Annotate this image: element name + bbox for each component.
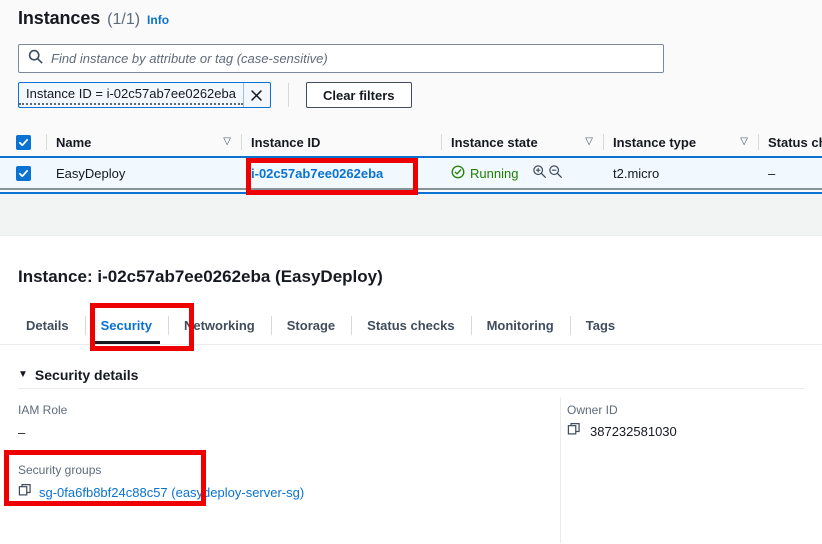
column-header-instance-id[interactable]: Instance ID — [241, 128, 441, 156]
owner-id-value: 387232581030 — [590, 424, 677, 439]
copy-icon[interactable] — [18, 483, 32, 502]
table-row[interactable]: EasyDeploy i-02c57ab7ee0262eba Running t… — [0, 158, 822, 190]
search-icon — [28, 49, 43, 69]
cell-name-value: EasyDeploy — [56, 165, 126, 181]
sort-caret-icon[interactable]: ▽ — [740, 137, 748, 147]
column-header-status-check[interactable]: Status ch — [758, 128, 822, 156]
instance-detail-title: Instance: i-02c57ab7ee0262eba (EasyDeplo… — [18, 267, 383, 286]
zoom-in-icon[interactable] — [532, 164, 547, 182]
tab-security[interactable]: Security — [84, 307, 168, 344]
iam-role-label: IAM Role — [18, 403, 68, 417]
section-divider — [18, 388, 804, 389]
select-all-checkbox[interactable] — [15, 134, 31, 150]
owner-id-label: Owner ID — [567, 403, 618, 417]
tab-monitoring[interactable]: Monitoring — [470, 307, 570, 344]
instances-panel: Instances (1/1) Info Find instance by at… — [0, 0, 822, 194]
security-details-header[interactable]: ▼ Security details — [18, 367, 138, 383]
instance-detail-panel: Instance: i-02c57ab7ee0262eba (EasyDeplo… — [0, 237, 822, 544]
cell-name: EasyDeploy — [46, 158, 241, 188]
copy-icon[interactable] — [567, 422, 581, 441]
column-header-name[interactable]: Name ▽ — [46, 128, 241, 156]
owner-id-value-row: 387232581030 — [567, 422, 677, 441]
filter-divider — [287, 83, 289, 107]
status-check-value: – — [768, 165, 776, 181]
column-header-instance-type[interactable]: Instance type ▽ — [603, 128, 758, 156]
instance-state-label: Running — [470, 165, 519, 181]
tab-details[interactable]: Details — [10, 307, 85, 344]
row-select-checkbox[interactable] — [15, 165, 31, 181]
sort-caret-icon[interactable]: ▽ — [585, 137, 593, 147]
filter-token-label: Instance ID = i-02c57ab7ee0262eba — [19, 84, 243, 105]
column-header-status-check-label: Status ch — [768, 134, 822, 150]
column-header-instance-id-label: Instance ID — [251, 134, 321, 150]
instance-type-value: t2.micro — [613, 165, 660, 181]
security-groups-value-row: sg-0fa6fb8bf24c88c57 (easydeploy-server-… — [18, 483, 304, 502]
cell-instance-id: i-02c57ab7ee0262eba — [241, 158, 441, 188]
panel-header: Instances (1/1) Info — [18, 8, 169, 29]
instances-table: Name ▽ Instance ID Instance state ▽ Inst… — [0, 128, 822, 190]
tab-networking[interactable]: Networking — [167, 307, 271, 344]
column-header-instance-state[interactable]: Instance state ▽ — [441, 128, 603, 156]
security-group-link[interactable]: sg-0fa6fb8bf24c88c57 (easydeploy-server-… — [39, 485, 304, 500]
iam-role-value: – — [18, 425, 26, 440]
cell-status-check: – — [758, 158, 822, 188]
instance-id-link[interactable]: i-02c57ab7ee0262eba — [251, 166, 383, 181]
info-link[interactable]: Info — [147, 13, 169, 27]
column-header-name-label: Name — [56, 134, 92, 150]
row-select-checkbox-cell[interactable] — [0, 158, 46, 188]
cell-instance-type: t2.micro — [603, 158, 758, 188]
security-groups-label: Security groups — [18, 463, 102, 477]
filter-row: Instance ID = i-02c57ab7ee0262eba Clear … — [18, 82, 412, 108]
filter-token-remove-icon[interactable] — [242, 83, 270, 107]
tab-tags[interactable]: Tags — [569, 307, 631, 344]
search-placeholder: Find instance by attribute or tag (case-… — [51, 51, 328, 66]
aws-ec2-console-screenshot: Instances (1/1) Info Find instance by at… — [0, 0, 822, 544]
check-circle-icon — [451, 165, 465, 182]
column-header-instance-type-label: Instance type — [613, 134, 697, 150]
zoom-out-icon[interactable] — [548, 164, 563, 182]
page-title: Instances — [18, 8, 101, 28]
cell-instance-state: Running — [441, 158, 603, 188]
panel-gap — [0, 194, 822, 236]
instances-count: (1/1) — [107, 11, 141, 28]
detail-tabs: Details Security Networking Storage Stat… — [0, 307, 822, 345]
filter-token[interactable]: Instance ID = i-02c57ab7ee0262eba — [18, 82, 271, 108]
chevron-down-icon[interactable]: ▼ — [18, 370, 28, 380]
tab-storage[interactable]: Storage — [270, 307, 351, 344]
tab-status-checks[interactable]: Status checks — [351, 307, 470, 344]
sort-caret-icon[interactable]: ▽ — [223, 137, 231, 147]
search-input[interactable]: Find instance by attribute or tag (case-… — [18, 44, 664, 73]
security-details-title: Security details — [34, 367, 139, 383]
clear-filters-button[interactable]: Clear filters — [305, 82, 412, 108]
table-header-row: Name ▽ Instance ID Instance state ▽ Inst… — [0, 128, 822, 158]
select-all-checkbox-cell[interactable] — [0, 128, 46, 156]
column-divider — [560, 397, 561, 543]
column-header-instance-state-label: Instance state — [451, 134, 538, 150]
